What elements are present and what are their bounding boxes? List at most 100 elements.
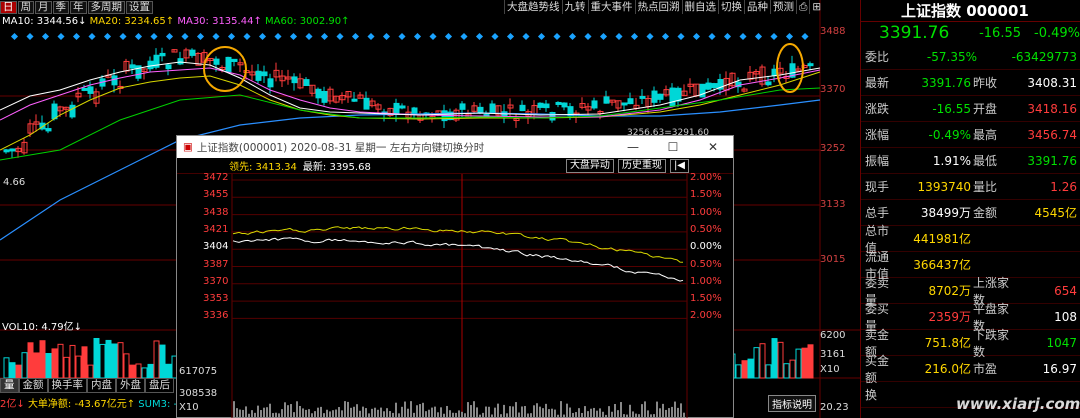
popup-volume-bar [443, 413, 445, 418]
candle-body [3, 149, 10, 153]
collapse-icon[interactable]: |◀ [669, 158, 689, 173]
popup-volume-bar [626, 414, 628, 418]
grid-icon[interactable]: ⊞ [809, 0, 823, 14]
tab-volume[interactable]: 量 [0, 378, 19, 393]
candle-body [165, 64, 172, 70]
period-month[interactable]: 月 [35, 0, 52, 14]
indicator-help-button[interactable]: 指标说明 [768, 395, 816, 412]
popup-title: 上证指数(000001) 2020-08-31 星期一 左右方向键切换分时 [196, 141, 485, 154]
popup-volume-bar [287, 405, 289, 418]
volume-bar [63, 356, 70, 379]
price-line: 3391.76 -16.55 -0.49% [861, 22, 1080, 44]
popup-volume-bar [635, 413, 637, 418]
popup-volume-bar [392, 412, 394, 418]
vol-axis-label: 6200 [820, 330, 846, 341]
popup-volume-bar [620, 402, 622, 418]
period-year[interactable]: 年 [70, 0, 87, 14]
popup-volume-bar [305, 409, 307, 418]
popup-volume-bar [266, 407, 268, 418]
popup-volume-bar [347, 401, 349, 418]
axis-label: 3370 [820, 84, 846, 95]
period-season[interactable]: 季 [52, 0, 69, 14]
volume-bar [147, 363, 154, 379]
quote-row: 最新 3391.76 昨收 3408.31 [861, 70, 1080, 96]
volume-bar [33, 352, 40, 379]
candle-body [51, 103, 58, 120]
tool-hotspot[interactable]: 热点回溯 [634, 0, 682, 14]
row-label: 涨跌 [865, 102, 890, 116]
row-label2: 金额 [973, 206, 998, 220]
signal-diamond [72, 32, 81, 41]
tool-switch[interactable]: 切换 [718, 0, 744, 14]
popup-volume-bar [419, 404, 421, 418]
tool-ninturn[interactable]: 九转 [561, 0, 588, 14]
popup-hint: 3256.63=3291.60 [627, 128, 709, 138]
popup-volume-bar [335, 409, 337, 418]
candle-body [519, 104, 526, 112]
vol-label: VOL10: 4.79亿↓ [2, 322, 83, 333]
popup-volume-bar [458, 410, 460, 418]
row-value2: 1.26 [1050, 179, 1077, 194]
candle-body [225, 56, 232, 73]
period-multi[interactable]: 多周期 [87, 0, 125, 14]
tab-turnover[interactable]: 换手率 [47, 378, 87, 393]
popup-volume-bar [389, 411, 391, 418]
period-week[interactable]: 周 [17, 0, 34, 14]
candle-body [711, 83, 718, 89]
popup-volume-bar [344, 401, 346, 418]
popup-pct-axis-label: 1.50% [690, 189, 722, 201]
popup-volume-bar [464, 413, 466, 418]
signal-diamond [212, 32, 220, 41]
volume-bar [51, 348, 58, 379]
volume-bar [45, 353, 52, 379]
settings-button[interactable]: 设置 [126, 0, 153, 14]
minimize-icon[interactable]: — [613, 140, 653, 154]
signal-diamond [723, 32, 732, 41]
popup-volume-bar [371, 408, 373, 418]
maximize-icon[interactable]: ☐ [653, 140, 693, 154]
popup-price-axis-label: 3472 [203, 172, 229, 183]
signal-diamond [289, 32, 298, 41]
intraday-popup[interactable]: ▣ 上证指数(000001) 2020-08-31 星期一 左右方向键切换分时 … [176, 128, 734, 418]
volume-bar [105, 339, 112, 379]
popup-volume-bar [317, 407, 319, 418]
popup-volume-bar [614, 403, 616, 418]
popup-volume-bar [425, 411, 427, 418]
ma30-label: MA30: 3135.44↑ [177, 16, 262, 27]
candle-body [399, 105, 406, 109]
candle-body [159, 52, 166, 57]
row-value: 751.8亿 [924, 336, 971, 350]
history-replay-button[interactable]: 历史重现 [617, 158, 666, 173]
popup-volume-bar [647, 410, 649, 418]
market-move-button[interactable]: 大盘异动 [565, 158, 614, 173]
popup-volume-bar [596, 410, 598, 418]
popup-volume-bar [365, 408, 367, 418]
popup-volume-bar [290, 404, 292, 418]
period-day[interactable]: 日 [0, 0, 17, 14]
popup-volume-bar [320, 406, 322, 418]
weibi-row: 委比 -57.35% -63429773 [861, 44, 1080, 70]
popup-volume-bar [323, 413, 325, 418]
popup-volume-bar [578, 408, 580, 418]
popup-volume-bar [539, 406, 541, 418]
popup-volume-bar [275, 412, 277, 418]
tool-trendline[interactable]: 大盘趋势线 [504, 0, 562, 14]
candle-body [459, 103, 466, 110]
candle-body [291, 76, 298, 84]
tab-inner[interactable]: 内盘 [87, 378, 116, 393]
tool-variety[interactable]: 品种 [744, 0, 770, 14]
lock-icon[interactable]: ⎙ [796, 0, 809, 14]
tool-events[interactable]: 重大事件 [587, 0, 635, 14]
tab-outer[interactable]: 外盘 [116, 378, 145, 393]
tab-after[interactable]: 盘后 [145, 378, 174, 393]
popup-price-axis-label: 3387 [203, 258, 229, 270]
tool-forecast[interactable]: 预测 [770, 0, 796, 14]
tool-remove-fav[interactable]: 删自选 [681, 0, 719, 14]
signal-diamond [770, 32, 778, 41]
volume-bar [771, 338, 778, 379]
popup-volume-bar [506, 413, 508, 418]
intraday-chart [231, 174, 688, 418]
tab-amount[interactable]: 金额 [18, 378, 48, 393]
popup-volume-bar [404, 401, 406, 418]
close-icon[interactable]: ✕ [693, 140, 733, 154]
